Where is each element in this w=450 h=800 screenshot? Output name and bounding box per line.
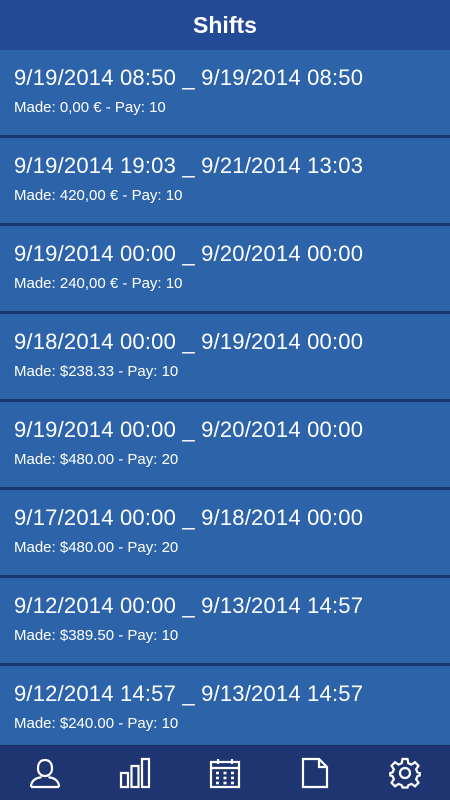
tab-settings[interactable] <box>375 746 435 800</box>
shift-range: 9/17/2014 00:00 _ 9/18/2014 00:00 <box>14 505 364 530</box>
page-title: Shifts <box>193 11 257 38</box>
tab-statistics[interactable] <box>105 746 165 800</box>
shift-earnings: Made: 0,00 € - Pay: 10 <box>14 99 166 116</box>
shift-item[interactable]: 9/18/2014 00:00 _ 9/19/2014 00:00 Made: … <box>0 314 450 402</box>
shift-earnings: Made: $238.33 - Pay: 10 <box>14 363 179 380</box>
document-icon <box>301 757 329 789</box>
shift-item[interactable]: 9/17/2014 00:00 _ 9/18/2014 00:00 Made: … <box>0 490 450 578</box>
shift-earnings: Made: 240,00 € - Pay: 10 <box>14 275 183 292</box>
shift-list[interactable]: 9/19/2014 08:50 _ 9/19/2014 08:50 Made: … <box>0 50 450 745</box>
bar-chart-icon <box>119 757 151 789</box>
shift-item[interactable]: 9/19/2014 08:50 _ 9/19/2014 08:50 Made: … <box>0 50 450 138</box>
tab-calendar[interactable] <box>195 746 255 800</box>
shift-earnings: Made: $240.00 - Pay: 10 <box>14 715 179 732</box>
shift-item[interactable]: 9/12/2014 00:00 _ 9/13/2014 14:57 Made: … <box>0 578 450 666</box>
shift-range: 9/19/2014 00:00 _ 9/20/2014 00:00 <box>14 241 364 266</box>
tab-profile[interactable] <box>15 746 75 800</box>
shift-item[interactable]: 9/19/2014 00:00 _ 9/20/2014 00:00 Made: … <box>0 226 450 314</box>
tab-documents[interactable] <box>285 746 345 800</box>
shift-earnings: Made: 420,00 € - Pay: 10 <box>14 187 183 204</box>
shift-earnings: Made: $480.00 - Pay: 20 <box>14 451 179 468</box>
shift-range: 9/19/2014 08:50 _ 9/19/2014 08:50 <box>14 65 364 90</box>
shift-item[interactable]: 9/19/2014 00:00 _ 9/20/2014 00:00 Made: … <box>0 402 450 490</box>
calendar-icon <box>209 759 241 789</box>
shift-range: 9/19/2014 00:00 _ 9/20/2014 00:00 <box>14 417 364 442</box>
shift-earnings: Made: $389.50 - Pay: 10 <box>14 627 179 644</box>
shift-range: 9/12/2014 14:57 _ 9/13/2014 14:57 <box>14 681 364 706</box>
shift-range: 9/18/2014 00:00 _ 9/19/2014 00:00 <box>14 329 364 354</box>
app-header: Shifts <box>0 0 450 50</box>
user-icon <box>29 758 61 789</box>
gear-icon <box>389 757 421 789</box>
shift-item[interactable]: 9/12/2014 14:57 _ 9/13/2014 14:57 Made: … <box>0 666 450 745</box>
shift-item[interactable]: 9/19/2014 19:03 _ 9/21/2014 13:03 Made: … <box>0 138 450 226</box>
bottom-tab-bar <box>0 745 450 800</box>
shift-range: 9/12/2014 00:00 _ 9/13/2014 14:57 <box>14 593 364 618</box>
shift-earnings: Made: $480.00 - Pay: 20 <box>14 539 179 556</box>
shift-range: 9/19/2014 19:03 _ 9/21/2014 13:03 <box>14 153 364 178</box>
